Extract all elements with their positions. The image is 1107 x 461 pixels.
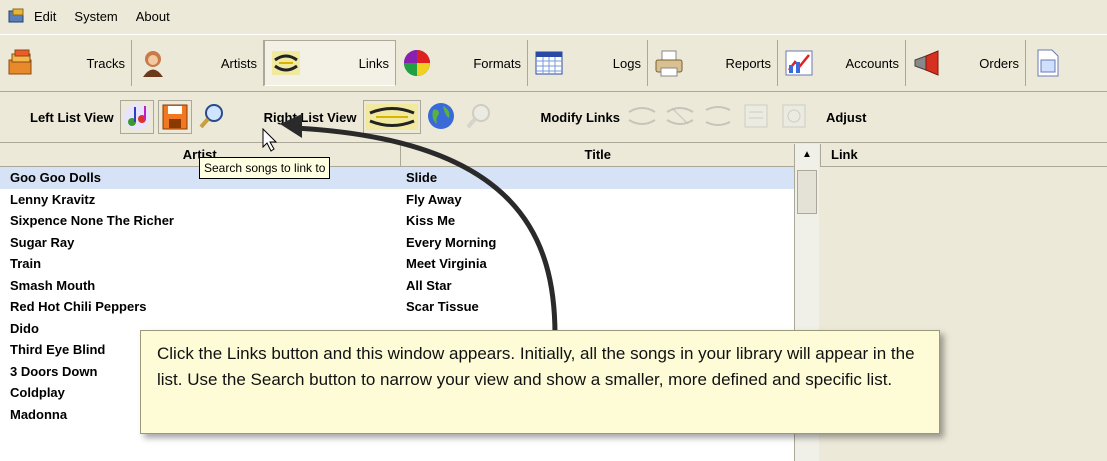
add-link-button[interactable] bbox=[625, 100, 660, 135]
formats-icon bbox=[402, 48, 432, 78]
title-cell: Every Morning bbox=[406, 234, 497, 250]
toolbar-links-button[interactable]: Links bbox=[264, 40, 396, 86]
left-list-view-label: Left List View bbox=[30, 109, 114, 125]
toolbar-accounts-button[interactable]: Accounts bbox=[778, 40, 906, 86]
title-cell: Scar Tissue bbox=[406, 299, 479, 314]
tracks-icon bbox=[6, 48, 36, 78]
modify-links-label: Modify Links bbox=[540, 109, 620, 125]
remove-link-icon bbox=[664, 107, 696, 135]
globe-button[interactable] bbox=[424, 100, 459, 135]
swap-link-icon bbox=[702, 106, 734, 135]
toolbar-formats-button[interactable]: Formats bbox=[396, 40, 528, 86]
toolbar-orders-button[interactable]: Orders bbox=[906, 40, 1026, 86]
menu-edit[interactable]: Edit bbox=[34, 9, 56, 24]
swap-link-button[interactable] bbox=[701, 100, 736, 135]
edit-link-button[interactable] bbox=[739, 100, 774, 135]
toolbar-reports-button[interactable]: Reports bbox=[648, 40, 778, 86]
title-cell: Slide bbox=[406, 170, 438, 185]
search-button[interactable] bbox=[195, 100, 230, 135]
title-cell: Fly Away bbox=[406, 191, 462, 207]
artist-cell: Sixpence None The Richer bbox=[10, 213, 174, 228]
links-icon bbox=[271, 48, 301, 78]
reports-icon bbox=[654, 48, 684, 78]
column-header-link[interactable]: Link bbox=[820, 144, 1107, 167]
scroll-up-arrow-icon[interactable]: ▲ bbox=[795, 144, 819, 166]
table-row[interactable]: Goo Goo Dolls Slide bbox=[0, 167, 795, 189]
accounts-icon bbox=[784, 48, 814, 78]
music-notes-icon bbox=[121, 104, 153, 136]
table-row[interactable]: Lenny Kravitz Fly Away bbox=[0, 189, 795, 211]
table-row[interactable]: Sixpence None The Richer Kiss Me bbox=[0, 210, 795, 232]
document-icon bbox=[1032, 48, 1062, 78]
toolbar-tracks-button[interactable]: Tracks bbox=[0, 40, 132, 86]
artist-cell: Smash Mouth bbox=[10, 277, 96, 293]
menu-about[interactable]: About bbox=[136, 9, 170, 24]
table-row[interactable]: Smash Mouth All Star bbox=[0, 275, 795, 297]
title-cell: All Star bbox=[406, 277, 452, 293]
add-link-icon bbox=[626, 107, 658, 135]
toolbar-artists-button[interactable]: Artists bbox=[132, 40, 264, 86]
toolbar-next-button[interactable] bbox=[1026, 40, 1076, 86]
magnifier-icon bbox=[196, 104, 228, 135]
logs-icon bbox=[534, 48, 564, 78]
app-icon[interactable] bbox=[8, 8, 28, 24]
callout-box: Click the Links button and this window a… bbox=[140, 330, 940, 434]
artist-cell: Train bbox=[10, 256, 42, 271]
remove-link-button[interactable] bbox=[663, 100, 698, 135]
table-row[interactable]: Sugar Ray Every Morning bbox=[0, 232, 795, 254]
properties-link-button[interactable] bbox=[777, 100, 812, 135]
table-row[interactable]: Red Hot Chili Peppers Scar Tissue bbox=[0, 296, 795, 318]
artists-icon bbox=[138, 48, 168, 78]
mouse-pointer-icon bbox=[262, 128, 278, 152]
menu-bar: Edit System About bbox=[0, 0, 1107, 32]
menu-system[interactable]: System bbox=[74, 9, 117, 24]
table-row[interactable]: Train Meet Virginia bbox=[0, 253, 795, 275]
artist-cell: Lenny Kravitz bbox=[10, 191, 96, 207]
artist-cell: Red Hot Chili Peppers bbox=[10, 299, 147, 314]
music-notes-button[interactable] bbox=[119, 100, 154, 136]
list-header: Artist Title bbox=[0, 144, 795, 167]
edit-link-icon bbox=[740, 104, 772, 135]
links-view-button[interactable] bbox=[362, 100, 421, 136]
magnifier-disabled-icon bbox=[463, 104, 495, 135]
search-right-button[interactable] bbox=[462, 100, 497, 135]
orders-icon bbox=[912, 48, 942, 78]
toolbar-logs-button[interactable]: Logs bbox=[528, 40, 648, 86]
artist-cell: Sugar Ray bbox=[10, 234, 75, 250]
links-view-icon bbox=[364, 104, 420, 136]
main-toolbar: Tracks Artists Links Formats Logs Report… bbox=[0, 34, 1107, 92]
adjust-label: Adjust bbox=[825, 109, 867, 125]
title-cell: Meet Virginia bbox=[406, 256, 487, 271]
search-tooltip: Search songs to link to bbox=[199, 157, 331, 179]
column-header-title[interactable]: Title bbox=[401, 144, 796, 166]
properties-link-icon bbox=[778, 104, 810, 135]
links-toolbar: Left List View Right List View Modify Li… bbox=[0, 92, 1107, 143]
floppy-icon bbox=[159, 104, 191, 136]
title-cell: Kiss Me bbox=[406, 213, 456, 228]
save-list-button[interactable] bbox=[157, 100, 192, 136]
right-list-view-label: Right List View bbox=[263, 109, 357, 125]
scroll-thumb[interactable] bbox=[797, 170, 817, 214]
globe-icon bbox=[425, 103, 457, 135]
